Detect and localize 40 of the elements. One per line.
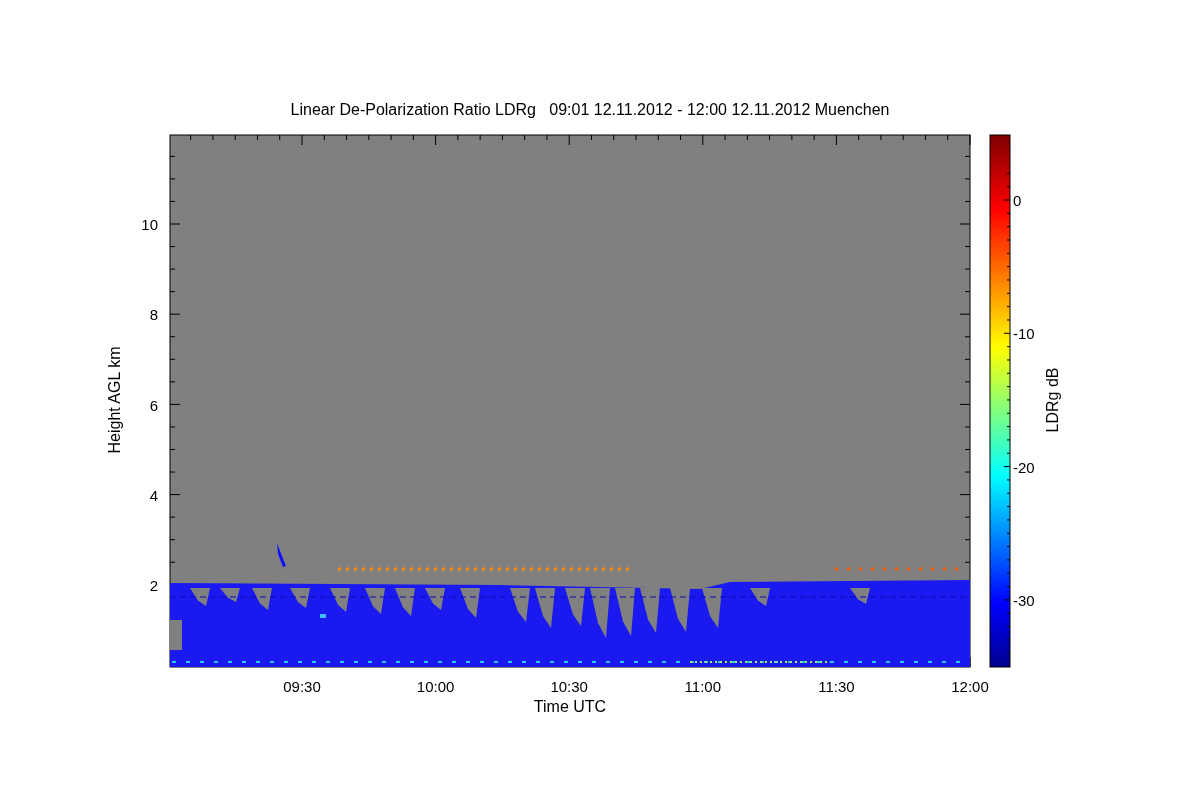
cloud-gap-shape: [565, 588, 585, 626]
x-axis-label: Time UTC: [533, 699, 607, 715]
cloud-gap-shape: [170, 620, 182, 650]
cloud-gap-shape: [750, 588, 770, 606]
signal-patch: [277, 543, 286, 567]
y-tick-label: 10: [140, 216, 158, 232]
signal-patch: [320, 614, 326, 618]
colorbar-tick-label: 0: [1013, 192, 1022, 208]
cloud-gap-shape: [330, 588, 350, 612]
y-axis-label: Height AGL km: [107, 346, 123, 454]
x-tick-label: 11:00: [684, 679, 721, 694]
y-tick-label: 4: [148, 487, 158, 503]
cloud-gap-shape: [395, 588, 415, 616]
cloud-gap-shape: [590, 588, 610, 638]
x-tick-label: 12:00: [951, 679, 989, 694]
cloud-gap-shape: [850, 588, 870, 604]
cloud-gap-shape: [640, 588, 660, 633]
cloud-gap-shape: [460, 588, 480, 618]
colorbar-label: LDRg dB: [1045, 367, 1061, 433]
colorbar-tick-label: -20: [1013, 459, 1035, 475]
colorbar-tick-label: -30: [1013, 592, 1035, 608]
y-tick-label: 8: [148, 306, 158, 322]
cloud-gap-shape: [615, 588, 635, 636]
cloud-gap-shape: [290, 588, 310, 608]
cloud-gap-shape: [702, 588, 722, 628]
cloud-gap-shape: [190, 588, 210, 606]
cloud-gap-shape: [252, 588, 272, 610]
cloud-gap-shape: [670, 588, 690, 632]
cloud-gap-shape: [365, 588, 385, 614]
cloud-gap-shape: [535, 588, 555, 628]
x-tick-label: 09:30: [283, 679, 321, 694]
cloud-gap-shape: [510, 588, 530, 622]
x-tick-label: 11:30: [818, 679, 855, 694]
x-tick-label: 10:30: [550, 679, 588, 694]
cloud-gap-shape: [220, 588, 240, 602]
colorbar-tick-label: -10: [1013, 325, 1035, 341]
cloud-gap-shape: [425, 588, 445, 610]
y-tick-label: 2: [148, 577, 158, 593]
x-tick-label: 10:00: [416, 679, 455, 694]
chart-title: Linear De-Polarization Ratio LDRg 09:01 12.11.2012 - 12:00 12.11.2012 Muenchen: [289, 100, 891, 120]
